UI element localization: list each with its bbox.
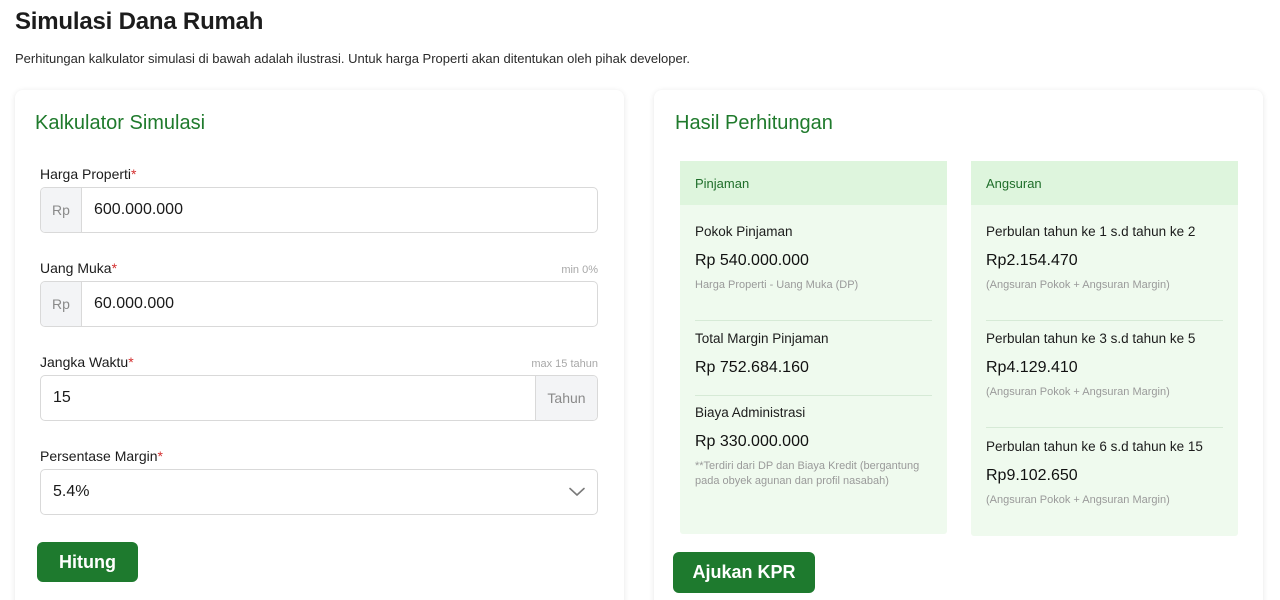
calculator-title: Kalkulator Simulasi bbox=[35, 112, 206, 134]
result-note: **Terdiri dari DP dan Biaya Kredit (berg… bbox=[695, 460, 920, 487]
hitung-button[interactable]: Hitung bbox=[37, 542, 138, 582]
chevron-down-icon bbox=[557, 470, 597, 514]
uang-muka-hint: min 0% bbox=[561, 264, 598, 276]
harga-properti-input[interactable]: 600.000.000 bbox=[82, 188, 597, 232]
required-mark: * bbox=[131, 166, 137, 182]
pinjaman-panel: Pinjaman Pokok Pinjaman Rp 540.000.000 H… bbox=[680, 161, 947, 534]
total-margin-item: Total Margin Pinjaman Rp 752.684.160 bbox=[695, 331, 933, 377]
jangka-waktu-hint: max 15 tahun bbox=[531, 358, 598, 370]
required-mark: * bbox=[157, 448, 163, 464]
divider bbox=[695, 320, 932, 321]
harga-properti-input-group: Rp 600.000.000 bbox=[40, 187, 598, 233]
required-mark: * bbox=[111, 260, 118, 276]
harga-properti-field: Harga Properti* Rp 600.000.000 bbox=[40, 165, 598, 233]
result-value: Rp2.154.470 bbox=[986, 252, 1078, 269]
result-label: Biaya Administrasi bbox=[695, 405, 806, 420]
persentase-margin-value: 5.4% bbox=[53, 483, 90, 500]
result-value: Rp4.129.410 bbox=[986, 359, 1078, 376]
angsuran-item: Perbulan tahun ke 6 s.d tahun ke 15 Rp9.… bbox=[986, 439, 1224, 508]
uang-muka-label: Uang Muka bbox=[40, 260, 112, 276]
jangka-waktu-input[interactable]: 15 bbox=[41, 376, 535, 420]
pokok-pinjaman-item: Pokok Pinjaman Rp 540.000.000 Harga Prop… bbox=[695, 224, 933, 293]
result-label: Total Margin Pinjaman bbox=[695, 331, 829, 346]
result-note: Harga Properti - Uang Muka (DP) bbox=[695, 279, 859, 291]
result-card: Hasil Perhitungan Pinjaman Pokok Pinjama… bbox=[654, 90, 1263, 600]
result-value: Rp 540.000.000 bbox=[695, 252, 809, 269]
ajukan-kpr-button[interactable]: Ajukan KPR bbox=[673, 552, 815, 593]
result-note: (Angsuran Pokok + Angsuran Margin) bbox=[986, 386, 1170, 398]
result-label: Perbulan tahun ke 6 s.d tahun ke 15 bbox=[986, 439, 1203, 454]
page: Simulasi Dana Rumah Perhitungan kalkulat… bbox=[0, 0, 1280, 600]
result-label: Pokok Pinjaman bbox=[695, 224, 793, 239]
divider bbox=[986, 320, 1223, 321]
jangka-waktu-field: Jangka Waktu* max 15 tahun 15 Tahun bbox=[40, 353, 598, 421]
result-label: Perbulan tahun ke 1 s.d tahun ke 2 bbox=[986, 224, 1196, 239]
biaya-administrasi-item: Biaya Administrasi Rp 330.000.000 **Terd… bbox=[695, 405, 933, 489]
persentase-margin-label: Persentase Margin bbox=[40, 448, 158, 464]
persentase-margin-select[interactable]: 5.4% bbox=[40, 469, 598, 515]
currency-prefix: Rp bbox=[41, 282, 82, 326]
uang-muka-field: Uang Muka* min 0% Rp 60.000.000 bbox=[40, 259, 598, 327]
jangka-waktu-input-group: 15 Tahun bbox=[40, 375, 598, 421]
result-value: Rp 330.000.000 bbox=[695, 433, 809, 450]
uang-muka-input[interactable]: 60.000.000 bbox=[82, 282, 597, 326]
result-label: Perbulan tahun ke 3 s.d tahun ke 5 bbox=[986, 331, 1196, 346]
angsuran-item: Perbulan tahun ke 3 s.d tahun ke 5 Rp4.1… bbox=[986, 331, 1224, 400]
result-value: Rp 752.684.160 bbox=[695, 359, 809, 376]
page-description: Perhitungan kalkulator simulasi di bawah… bbox=[15, 51, 690, 66]
currency-prefix: Rp bbox=[41, 188, 82, 232]
result-note: (Angsuran Pokok + Angsuran Margin) bbox=[986, 494, 1170, 506]
divider bbox=[986, 427, 1223, 428]
tahun-suffix: Tahun bbox=[535, 376, 597, 420]
page-title: Simulasi Dana Rumah bbox=[15, 8, 264, 35]
pinjaman-header: Pinjaman bbox=[680, 161, 947, 205]
angsuran-panel: Angsuran Perbulan tahun ke 1 s.d tahun k… bbox=[971, 161, 1238, 536]
uang-muka-input-group: Rp 60.000.000 bbox=[40, 281, 598, 327]
angsuran-header: Angsuran bbox=[971, 161, 1238, 205]
result-value: Rp9.102.650 bbox=[986, 467, 1078, 484]
angsuran-item: Perbulan tahun ke 1 s.d tahun ke 2 Rp2.1… bbox=[986, 224, 1224, 293]
calculator-card: Kalkulator Simulasi Harga Properti* Rp 6… bbox=[15, 90, 624, 600]
jangka-waktu-label: Jangka Waktu bbox=[40, 354, 129, 370]
harga-properti-label: Harga Properti bbox=[40, 166, 132, 182]
persentase-margin-field: Persentase Margin* 5.4% bbox=[40, 447, 598, 515]
divider bbox=[695, 395, 932, 396]
result-note: (Angsuran Pokok + Angsuran Margin) bbox=[986, 279, 1170, 291]
required-mark: * bbox=[128, 354, 134, 370]
result-title: Hasil Perhitungan bbox=[675, 112, 833, 134]
